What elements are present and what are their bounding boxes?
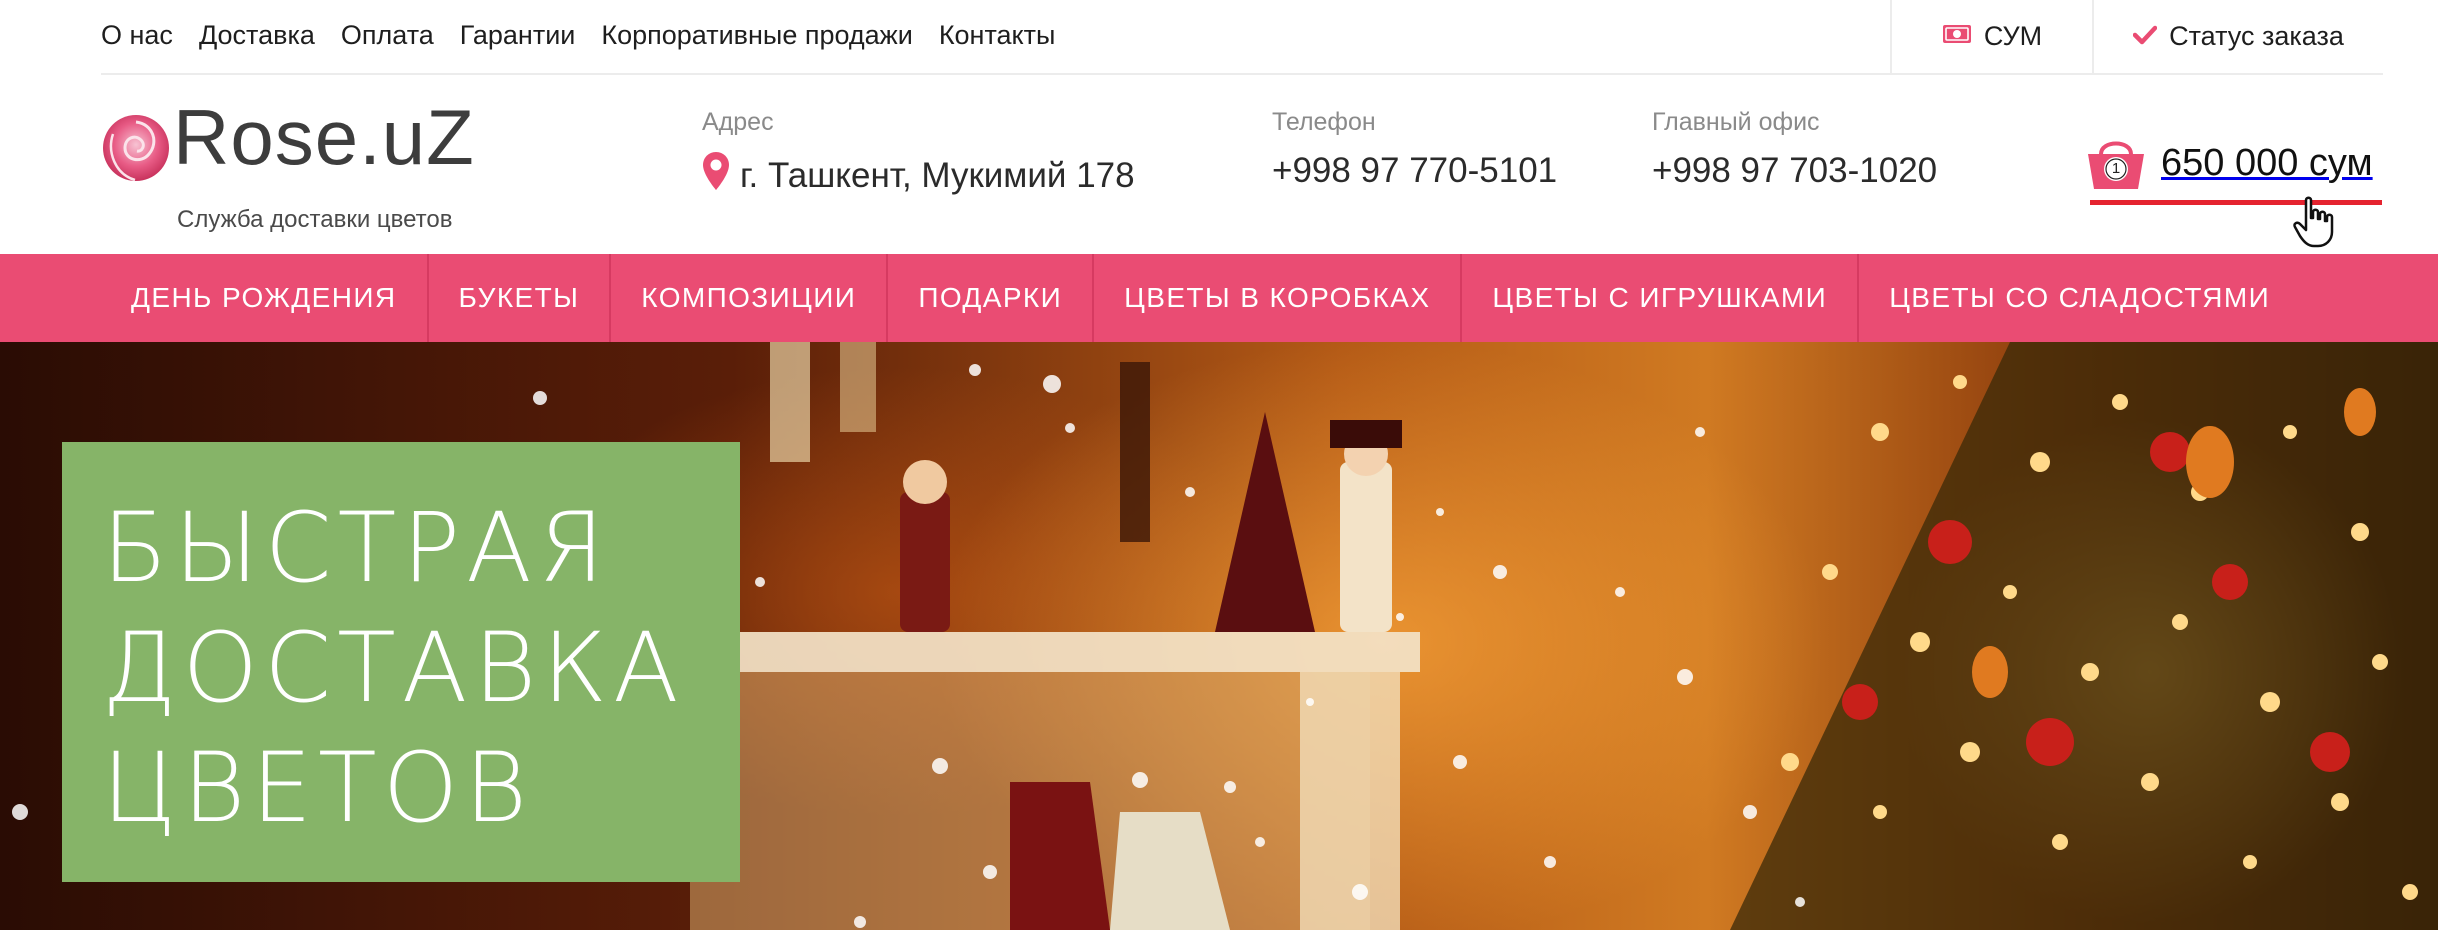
- office-phone-value[interactable]: +998 97 703-1020: [1652, 151, 1937, 191]
- address-value-row: г. Ташкент, Мукимий 178: [702, 151, 1135, 200]
- site-logo[interactable]: Rose.uZ Служба доставки цветов: [101, 93, 521, 240]
- category-gifts[interactable]: ПОДАРКИ: [888, 254, 1095, 342]
- category-compositions[interactable]: КОМПОЗИЦИИ: [611, 254, 889, 342]
- category-flowers-with-sweets[interactable]: ЦВЕТЫ СО СЛАДОСТЯМИ: [1859, 254, 2300, 342]
- top-nav-about[interactable]: О нас: [101, 20, 173, 51]
- cart-count-badge: 1: [2111, 160, 2121, 177]
- cart-total: 650 000 сум: [2161, 141, 2373, 184]
- top-divider: [101, 73, 2383, 75]
- money-icon: [1942, 21, 1972, 52]
- hero-headline: БЫСТРАЯ ДОСТАВКА ЦВЕТОВ: [102, 492, 685, 844]
- category-birthday[interactable]: ДЕНЬ РОЖДЕНИЯ: [101, 254, 429, 342]
- top-nav: О нас Доставка Оплата Гарантии Корпорати…: [101, 0, 1081, 70]
- cart-button[interactable]: 1 650 000 сум: [2085, 134, 2373, 192]
- phone-block: Телефон +998 97 770-5101: [1272, 108, 1557, 191]
- top-nav-delivery[interactable]: Доставка: [199, 20, 315, 51]
- promo-headline-box: БЫСТРАЯ ДОСТАВКА ЦВЕТОВ: [62, 442, 740, 882]
- office-label: Главный офис: [1652, 108, 1820, 136]
- category-flowers-in-boxes[interactable]: ЦВЕТЫ В КОРОБКАХ: [1094, 254, 1463, 342]
- hero-banner[interactable]: БЫСТРАЯ ДОСТАВКА ЦВЕТОВ: [0, 342, 2438, 930]
- address-label: Адрес: [702, 108, 774, 136]
- address-block: Адрес г. Ташкент, Мукимий 178: [702, 108, 1135, 200]
- top-nav-corporate-sales[interactable]: Корпоративные продажи: [601, 20, 912, 51]
- category-bouquets[interactable]: БУКЕТЫ: [429, 254, 612, 342]
- office-block: Главный офис +998 97 703-1020: [1652, 108, 1937, 191]
- address-value: г. Ташкент, Мукимий 178: [740, 155, 1135, 195]
- top-nav-guarantees[interactable]: Гарантии: [460, 20, 576, 51]
- category-flowers-with-toys[interactable]: ЦВЕТЫ С ИГРУШКАМИ: [1462, 254, 1860, 342]
- shopping-basket-icon: 1: [2085, 134, 2147, 192]
- top-nav-payment[interactable]: Оплата: [341, 20, 434, 51]
- order-status-link[interactable]: Статус заказа: [2092, 0, 2383, 73]
- phone-label: Телефон: [1272, 108, 1376, 136]
- top-utility-bar: О нас Доставка Оплата Гарантии Корпорати…: [0, 0, 2438, 75]
- map-pin-icon: [702, 151, 730, 200]
- currency-label: СУМ: [1983, 21, 2043, 51]
- currency-selector[interactable]: СУМ: [1890, 0, 2092, 73]
- top-nav-contacts[interactable]: Контакты: [939, 20, 1056, 51]
- hand-pointer-cursor-icon: [2292, 196, 2336, 253]
- logo-subtitle: Служба доставки цветов: [177, 206, 453, 233]
- phone-value[interactable]: +998 97 770-5101: [1272, 151, 1557, 191]
- cart-underline: [2090, 200, 2382, 205]
- logo-title: Rose.uZ: [173, 93, 475, 181]
- category-nav: ДЕНЬ РОЖДЕНИЯ БУКЕТЫ КОМПОЗИЦИИ ПОДАРКИ …: [0, 254, 2438, 342]
- check-icon: [2132, 21, 2158, 52]
- order-status-label: Статус заказа: [2169, 21, 2344, 51]
